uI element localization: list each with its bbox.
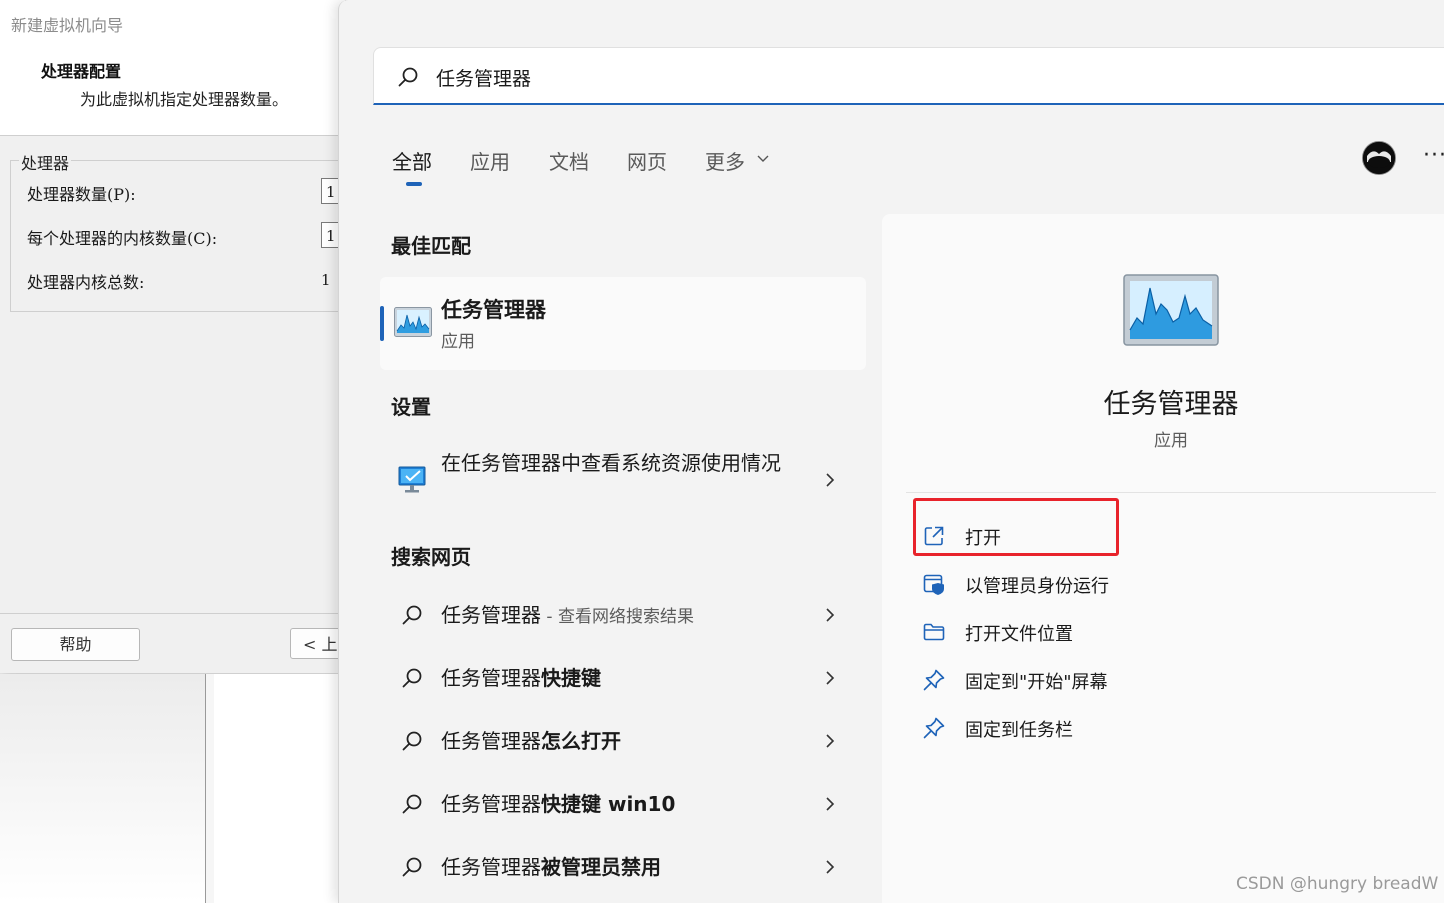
processor-group: 处理器 处理器数量(P): 1 每个处理器的内核数量(C): 1 处理器内核总数… (10, 150, 346, 312)
search-icon (398, 67, 418, 87)
run-as-admin-action[interactable]: 以管理员身份运行 (922, 566, 1342, 602)
open-action-highlight-box (913, 498, 1119, 556)
best-match-name: 任务管理器 (441, 298, 546, 322)
detail-app-type: 应用 (1154, 431, 1188, 451)
best-match-item[interactable]: 任务管理器 应用 (380, 277, 866, 370)
processor-group-label: 处理器 (19, 150, 72, 174)
pin-to-start-action[interactable]: 固定到"开始"屏幕 (922, 662, 1342, 698)
search-icon (402, 668, 422, 688)
web-search-item-label: 任务管理器快捷键 (441, 666, 601, 690)
tab-web[interactable]: 网页 (627, 146, 667, 175)
search-input[interactable] (434, 58, 1338, 96)
detail-divider (906, 492, 1436, 493)
tab-documents[interactable]: 文档 (549, 146, 589, 175)
watermark: CSDN @hungry breadW (1236, 874, 1439, 894)
web-search-item-label: 任务管理器快捷键 win10 (441, 792, 676, 816)
open-file-location-action[interactable]: 打开文件位置 (922, 614, 1342, 650)
search-icon (402, 857, 422, 877)
search-icon (402, 731, 422, 751)
web-search-item[interactable]: 任务管理器快捷键 win10 (380, 774, 866, 834)
web-search-item[interactable]: 任务管理器被管理员禁用 (380, 837, 866, 897)
pin-to-start-label: 固定到"开始"屏幕 (965, 672, 1108, 693)
pin-icon (923, 669, 945, 691)
settings-title: 设置 (391, 395, 431, 419)
web-search-item-label: 任务管理器 - 查看网络搜索结果 (441, 603, 694, 627)
pin-to-taskbar-action[interactable]: 固定到任务栏 (922, 710, 1342, 746)
detail-app-name: 任务管理器 (1103, 389, 1239, 420)
avatar-image (1363, 142, 1395, 174)
chevron-down-icon (757, 155, 769, 162)
chevron-right-icon (826, 473, 835, 487)
detail-pane: 任务管理器 应用 打开 以管理员身份运行 打开文件位置 固定到"开始"屏幕 固定… (882, 214, 1444, 903)
best-match-title: 最佳匹配 (391, 234, 471, 258)
search-icon (402, 605, 422, 625)
folder-icon (923, 623, 945, 641)
tab-more[interactable]: 更多 (705, 146, 745, 175)
admin-shield-icon (923, 574, 944, 595)
run-as-admin-label: 以管理员身份运行 (965, 576, 1109, 597)
total-cores-label: 处理器内核总数: (27, 273, 145, 292)
web-search-title: 搜索网页 (391, 545, 471, 569)
wizard-heading: 处理器配置 (41, 62, 122, 81)
more-options-button[interactable]: ··· (1423, 143, 1444, 168)
setting-item-label: 在任务管理器中查看系统资源使用情况 (441, 451, 781, 475)
tab-apps[interactable]: 应用 (470, 146, 510, 175)
active-tab-indicator (406, 182, 422, 186)
background-window-pane (214, 674, 338, 903)
help-button[interactable]: 帮助 (11, 628, 140, 661)
web-search-item[interactable]: 任务管理器怎么打开 (380, 711, 866, 771)
web-search-item[interactable]: 任务管理器快捷键 (380, 648, 866, 708)
wizard-divider (0, 613, 345, 614)
processor-count-label: 处理器数量(P): (27, 185, 136, 204)
chevron-right-icon (826, 734, 835, 748)
setting-item[interactable]: 在任务管理器中查看系统资源使用情况 (380, 440, 866, 520)
web-search-item-label: 任务管理器被管理员禁用 (441, 855, 661, 879)
avatar[interactable] (1362, 141, 1396, 175)
chevron-right-icon (826, 608, 835, 622)
monitor-settings-icon (398, 466, 426, 493)
best-match-type: 应用 (441, 332, 475, 352)
wizard-description: 为此虚拟机指定处理器数量。 (80, 90, 289, 109)
wizard-title: 新建虚拟机向导 (11, 16, 124, 35)
task-manager-icon (1123, 274, 1219, 346)
chevron-right-icon (826, 860, 835, 874)
vm-wizard-window: 新建虚拟机向导 处理器配置 为此虚拟机指定处理器数量。 处理器 处理器数量(P)… (0, 0, 350, 673)
web-search-item-label: 任务管理器怎么打开 (441, 729, 621, 753)
wizard-header: 新建虚拟机向导 处理器配置 为此虚拟机指定处理器数量。 (0, 0, 345, 136)
web-search-item[interactable]: 任务管理器 - 查看网络搜索结果 (380, 585, 866, 645)
total-cores-value: 1 (321, 271, 331, 289)
chevron-right-icon (826, 797, 835, 811)
search-icon (402, 794, 422, 814)
cores-per-processor-label: 每个处理器的内核数量(C): (27, 229, 218, 248)
task-manager-icon (394, 307, 432, 337)
search-flyout: 全部 应用 文档 网页 更多 ··· 最佳匹配 任务管理器 应用 设置 (338, 0, 1444, 903)
pin-icon (923, 717, 945, 739)
search-box[interactable] (373, 47, 1444, 105)
background-window (0, 674, 205, 903)
tab-all[interactable]: 全部 (392, 146, 432, 175)
chevron-right-icon (826, 671, 835, 685)
open-file-location-label: 打开文件位置 (965, 624, 1073, 645)
selection-indicator (380, 306, 384, 341)
pin-to-taskbar-label: 固定到任务栏 (965, 720, 1073, 741)
